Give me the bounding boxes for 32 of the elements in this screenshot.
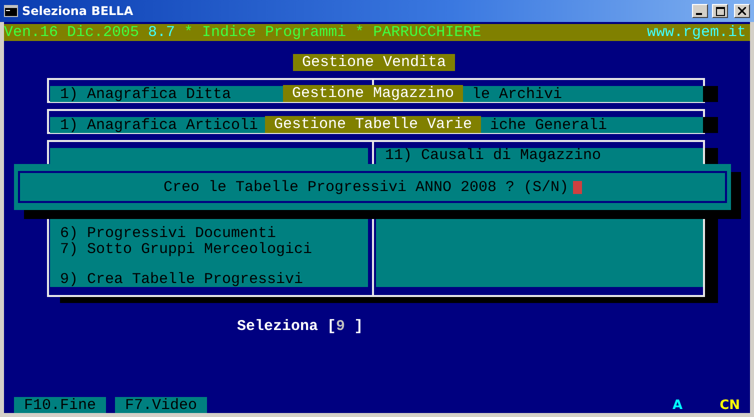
menu-item[interactable]: 1) Anagrafica Ditta [60, 87, 232, 102]
menu-title: Gestione Magazzino [283, 85, 464, 102]
selection-label: Seleziona [237, 319, 318, 334]
function-key[interactable]: F10.Fine [14, 397, 106, 413]
website-text: www.rgem.it [646, 25, 746, 40]
close-icon [738, 7, 746, 15]
selection-field[interactable]: [9 ] [327, 319, 364, 334]
maximize-icon [716, 6, 724, 16]
dialog-prompt: Creo le Tabelle Progressivi ANNO 2008 ? (S/N) [163, 180, 569, 194]
window-title: Seleziona BELLA [22, 4, 134, 18]
header-version: 8.7 [148, 25, 176, 40]
status-indicator: CN [720, 398, 740, 412]
menu-item[interactable]: iche Generali [490, 118, 608, 133]
menu-item[interactable]: 1) Anagrafica Articoli [60, 118, 258, 133]
header-title: * Indice Programmi * PARRUCCHIERE [184, 25, 482, 40]
minimize-button[interactable] [692, 4, 708, 18]
drop-shadow [703, 86, 718, 102]
header-date: Ven.16 Dic.2005 [4, 25, 140, 40]
status-indicator: A [672, 398, 683, 412]
close-button[interactable] [734, 4, 750, 18]
menu-item[interactable]: 7) Sotto Gruppi Merceologici [60, 242, 312, 256]
menu-item[interactable]: 9) Crea Tabelle Progressivi [60, 272, 304, 287]
menu-item[interactable]: 6) Progressivi Documenti [60, 226, 276, 241]
console-icon [4, 5, 18, 17]
menu-item[interactable]: le Archivi [472, 87, 562, 102]
menu-title: Gestione Vendita [293, 54, 456, 71]
drop-shadow [703, 117, 718, 133]
maximize-button[interactable] [712, 4, 728, 18]
menu-title: Gestione Tabelle Varie [265, 116, 482, 133]
text-cursor [572, 180, 582, 194]
function-key[interactable]: F7.Video [115, 397, 208, 413]
menu-item[interactable]: 11) Causali di Magazzino [385, 148, 602, 163]
